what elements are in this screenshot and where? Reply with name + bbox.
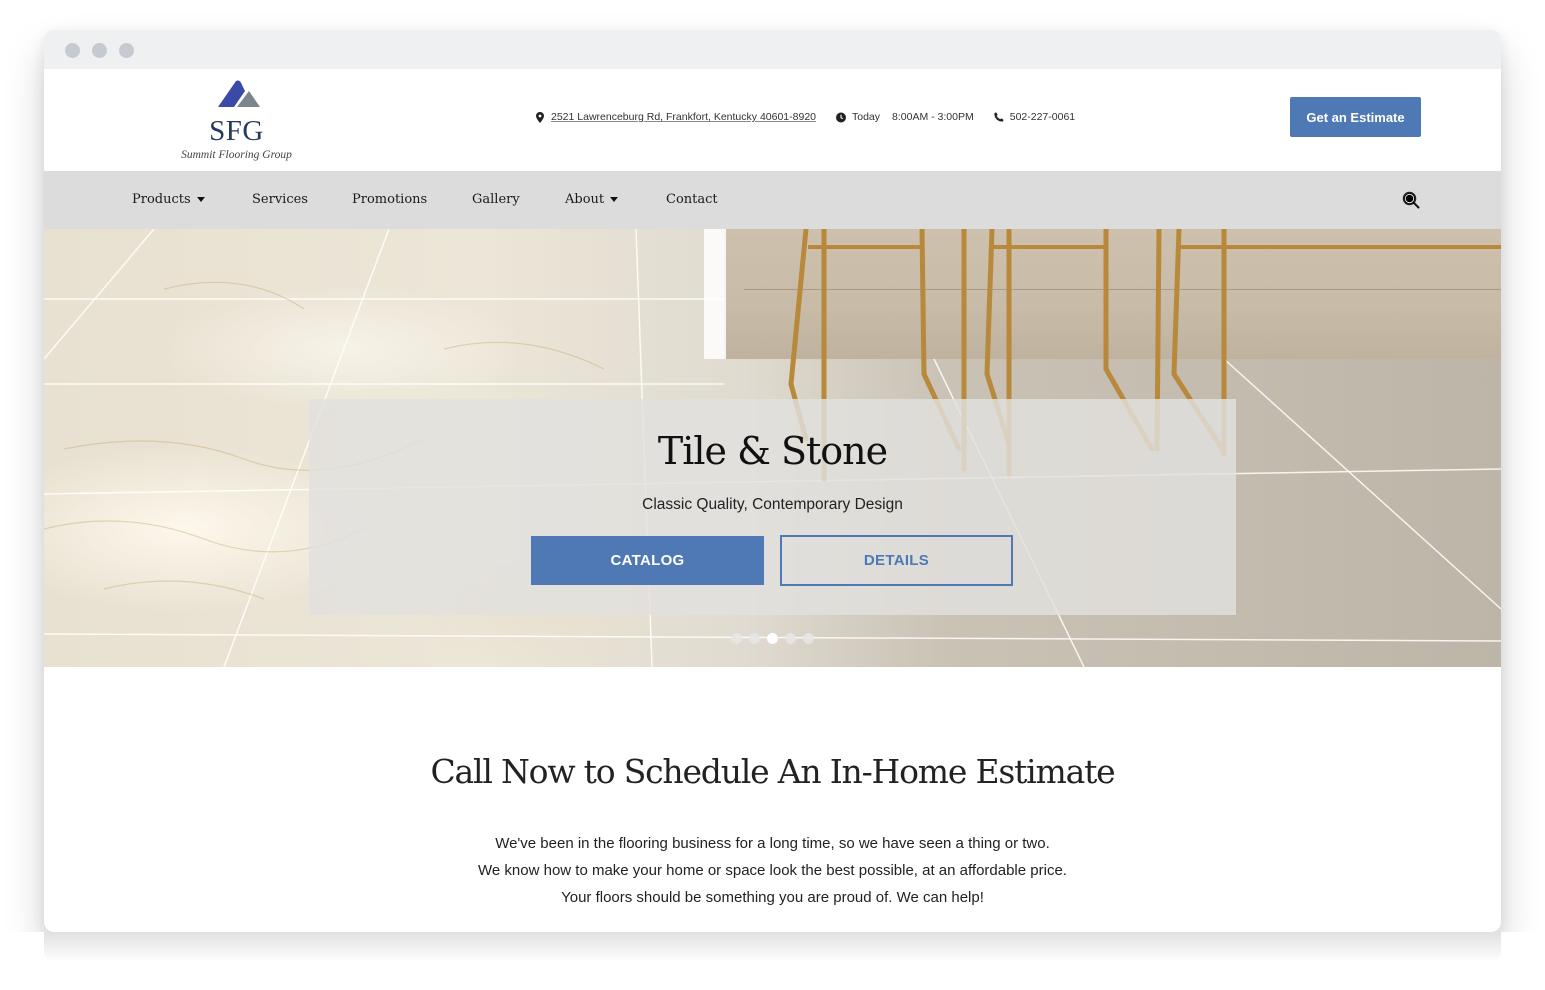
get-estimate-button[interactable]: Get an Estimate bbox=[1290, 97, 1421, 137]
nav-item-gallery[interactable]: Gallery bbox=[472, 192, 520, 207]
browser-window: SFG Summit Flooring Group 2521 Lawrenceb… bbox=[44, 30, 1501, 932]
site-header: SFG Summit Flooring Group 2521 Lawrenceb… bbox=[44, 69, 1501, 171]
nav-item-promotions[interactable]: Promotions bbox=[352, 192, 427, 207]
logo-company-name: Summit Flooring Group bbox=[181, 149, 292, 161]
estimate-text-line: We've been in the flooring business for … bbox=[495, 835, 1050, 852]
search-icon[interactable] bbox=[1402, 191, 1420, 209]
contact-info-bar: 2521 Lawrenceburg Rd, Frankfort, Kentuck… bbox=[535, 109, 1095, 125]
slide-dot-2[interactable] bbox=[749, 633, 760, 644]
estimate-section-text: We've been in the flooring business for … bbox=[0, 830, 1545, 911]
hero-caption-panel: Tile & Stone Classic Quality, Contempora… bbox=[309, 399, 1236, 615]
estimate-text-line: Your floors should be something you are … bbox=[561, 889, 984, 906]
main-nav: Products Services Promotions Gallery Abo… bbox=[44, 171, 1501, 229]
phone-icon bbox=[994, 111, 1004, 123]
nav-item-label: Gallery bbox=[472, 192, 520, 207]
hours-value: 8:00AM - 3:00PM bbox=[892, 111, 974, 123]
slide-dot-4[interactable] bbox=[785, 633, 796, 644]
logo-initials: SFG bbox=[209, 115, 264, 147]
nav-item-label: Promotions bbox=[352, 192, 428, 207]
nav-item-contact[interactable]: Contact bbox=[666, 192, 718, 207]
nav-item-about[interactable]: About bbox=[565, 192, 619, 207]
site-logo[interactable]: SFG Summit Flooring Group bbox=[174, 77, 304, 161]
hero-title: Tile & Stone bbox=[657, 429, 888, 473]
window-titlebar bbox=[44, 30, 1501, 69]
slider-pagination bbox=[731, 633, 814, 644]
hero-subtitle: Classic Quality, Contemporary Design bbox=[642, 496, 903, 513]
mountain-logo-icon bbox=[218, 80, 260, 107]
caret-down-icon bbox=[610, 197, 619, 202]
estimate-section-title: Call Now to Schedule An In-Home Estimate bbox=[430, 752, 1115, 791]
hours-label: Today bbox=[852, 111, 881, 123]
nav-item-label: Contact bbox=[666, 192, 718, 207]
slide-dot-3-active[interactable] bbox=[767, 633, 778, 644]
slide-dot-5[interactable] bbox=[803, 633, 814, 644]
clock-icon bbox=[836, 111, 846, 123]
minimize-window-button[interactable] bbox=[92, 43, 107, 58]
phone-link[interactable]: 502-227-0061 bbox=[1010, 111, 1075, 123]
catalog-button[interactable]: CATALOG bbox=[531, 536, 764, 585]
nav-item-products[interactable]: Products bbox=[132, 192, 205, 207]
close-window-button[interactable] bbox=[65, 43, 80, 58]
hero-slider: Tile & Stone Classic Quality, Contempora… bbox=[44, 229, 1501, 667]
details-button[interactable]: DETAILS bbox=[780, 535, 1013, 586]
map-pin-icon bbox=[535, 111, 545, 123]
window-shadow bbox=[44, 932, 1501, 962]
address-link[interactable]: 2521 Lawrenceburg Rd, Frankfort, Kentuck… bbox=[551, 111, 816, 123]
nav-item-services[interactable]: Services bbox=[252, 192, 308, 207]
nav-item-label: About bbox=[565, 192, 605, 207]
slide-dot-1[interactable] bbox=[731, 633, 742, 644]
nav-item-label: Services bbox=[252, 192, 308, 207]
maximize-window-button[interactable] bbox=[119, 43, 134, 58]
estimate-text-line: We know how to make your home or space l… bbox=[478, 862, 1067, 879]
nav-item-label: Products bbox=[132, 192, 191, 207]
caret-down-icon bbox=[196, 197, 205, 202]
